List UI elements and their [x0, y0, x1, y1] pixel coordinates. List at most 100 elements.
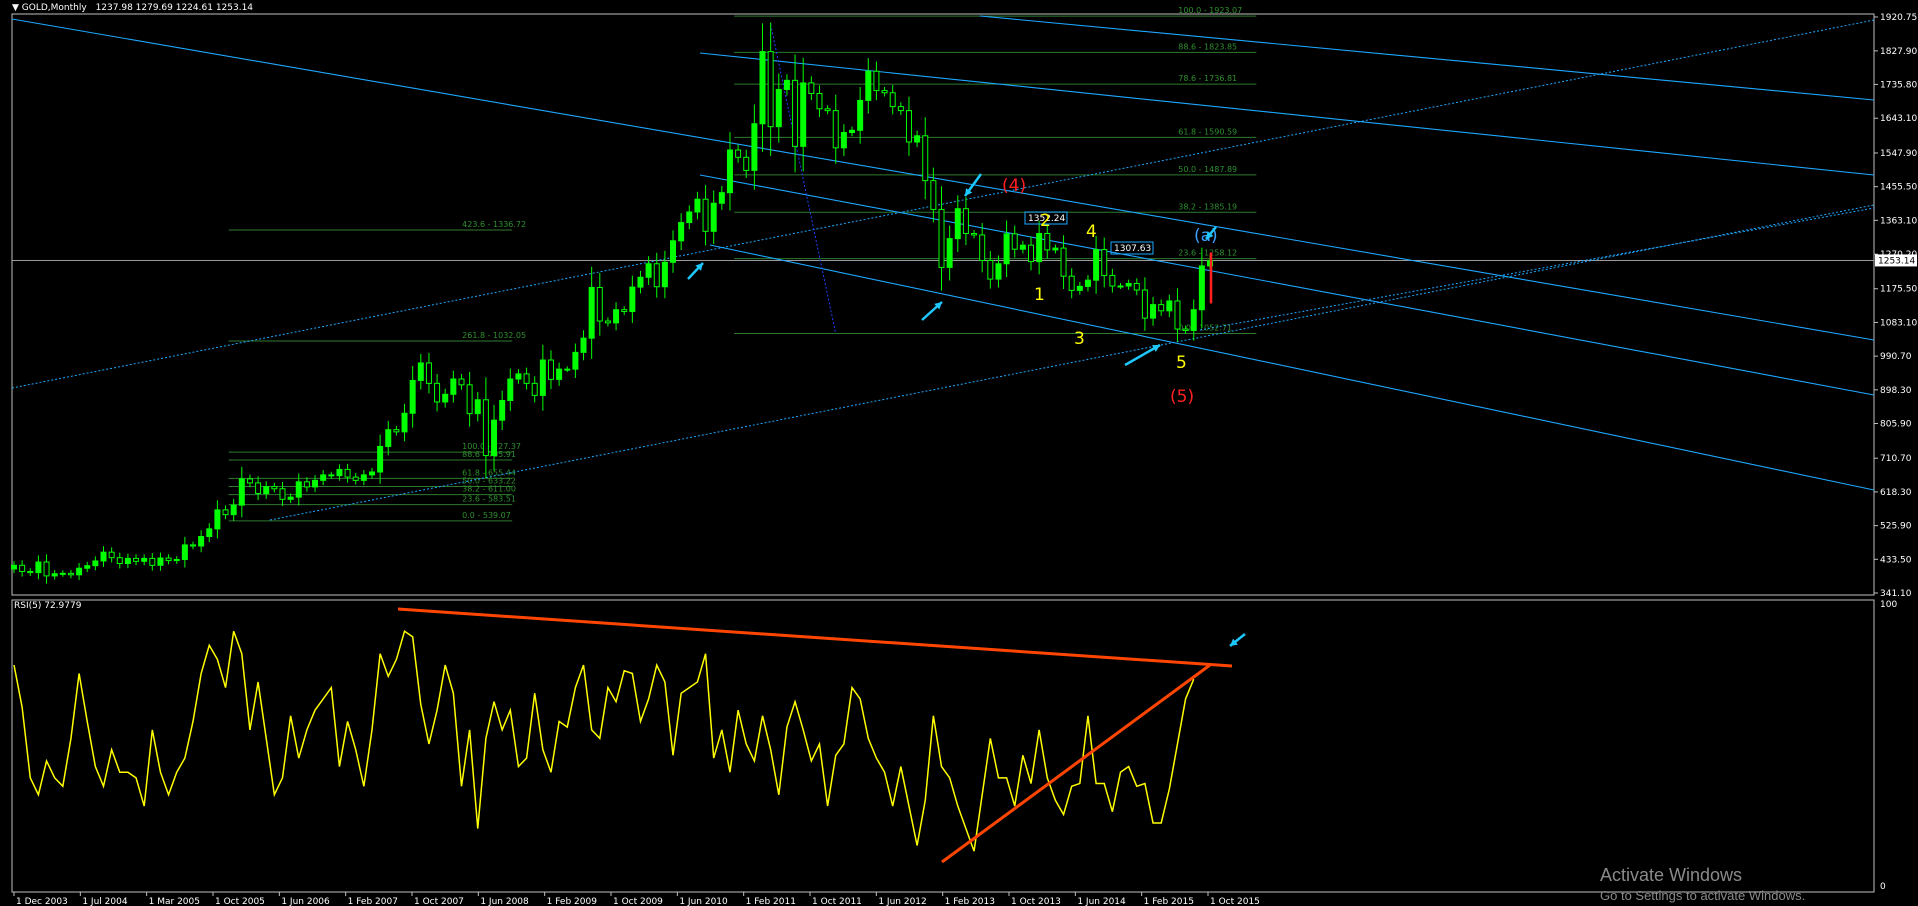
x-tick-label: 1 Mar 2005 — [149, 897, 200, 906]
bull-candle — [76, 567, 83, 576]
bear-candle — [743, 156, 750, 171]
bear-candle — [979, 234, 986, 261]
price-chart[interactable]: 1920.75 1827.90 1735.80 1643.10 1547.90 1455.… — [0, 0, 1918, 906]
bear-candle — [393, 429, 400, 433]
bull-candle — [840, 131, 847, 149]
bear-candle — [808, 82, 815, 94]
bull-candle — [238, 478, 245, 506]
bear-candle — [832, 110, 839, 149]
bear-candle — [767, 51, 774, 128]
bull-candle — [312, 479, 319, 488]
bull-candle — [100, 551, 107, 562]
bull-candle — [1198, 265, 1205, 311]
bear-candle — [1011, 233, 1018, 250]
bear-candle — [922, 135, 929, 182]
bear-candle — [604, 320, 611, 324]
bull-candle — [515, 373, 522, 380]
x-tick-label: 1 Feb 2015 — [1144, 897, 1194, 906]
bull-candle — [686, 211, 693, 224]
bull-candle — [751, 123, 758, 171]
x-tick-label: 1 Oct 2005 — [215, 897, 265, 906]
bear-candle — [971, 233, 978, 236]
x-tick-label: 1 Dec 2003 — [16, 897, 68, 906]
bull-candle — [539, 359, 546, 396]
bear-candle — [189, 544, 196, 547]
x-tick-label: 1 Jun 2012 — [878, 897, 926, 906]
bull-candle — [59, 572, 66, 575]
wave-label: 5 — [1176, 353, 1187, 373]
y-tick-label: 618.30 — [1880, 488, 1912, 498]
bull-candle — [849, 129, 856, 133]
bear-candle — [165, 557, 172, 562]
bear-candle — [425, 362, 432, 384]
bull-candle — [507, 378, 514, 402]
bull-candle — [124, 557, 131, 565]
y-tick-label: 1827.90 — [1880, 47, 1917, 57]
bear-candle — [1068, 275, 1075, 291]
x-tick-label: 1 Feb 2009 — [547, 897, 598, 906]
x-tick-label: 1 Jul 2004 — [82, 897, 127, 906]
y-tick-label: 805.90 — [1880, 420, 1912, 430]
bull-candle — [588, 286, 595, 339]
bear-candle — [133, 557, 140, 562]
bull-candle — [377, 445, 384, 473]
bear-candle — [466, 384, 473, 415]
bear-candle — [1133, 282, 1140, 291]
bull-candle — [417, 362, 424, 381]
bull-candle — [368, 471, 375, 476]
bear-candle — [1044, 233, 1051, 251]
x-tick-label: 1 Jun 2014 — [1077, 897, 1126, 906]
bear-candle — [43, 561, 50, 577]
bull-candle — [336, 468, 343, 477]
bear-candle — [702, 198, 709, 232]
bear-candle — [1141, 289, 1148, 319]
x-tick-label: 1 Jun 2006 — [281, 897, 330, 906]
bull-candle — [637, 276, 644, 288]
bull-candle — [564, 368, 571, 371]
bull-candle — [678, 222, 685, 242]
y-tick-label: 433.50 — [1880, 555, 1912, 565]
dotted-channel-line — [269, 204, 1875, 521]
channel-line — [979, 15, 1875, 101]
bear-candle — [897, 106, 904, 112]
bear-candle — [1182, 328, 1189, 331]
bull-candle — [1093, 249, 1100, 281]
bull-candle — [84, 565, 91, 569]
y-tick-label: 341.10 — [1880, 589, 1912, 599]
bull-candle — [954, 208, 961, 240]
bull-candle — [580, 337, 587, 353]
bull-candle — [385, 429, 392, 447]
bear-candle — [938, 208, 945, 268]
bear-candle — [116, 557, 123, 565]
fib-level-label: 61.8 - 1590.59 — [1178, 127, 1237, 136]
fib-level-label: 88.6 - 705.91 — [462, 450, 516, 459]
bull-candle — [450, 378, 457, 395]
bear-candle — [149, 557, 156, 566]
bull-candle — [995, 263, 1002, 280]
price-box-label: 1307.63 — [1114, 244, 1151, 254]
bull-candle — [775, 88, 782, 128]
bear-candle — [434, 382, 441, 403]
fib-level-label: 38.2 - 1385.19 — [1178, 202, 1237, 211]
y-tick-label: 1175.50 — [1880, 285, 1917, 295]
y-tick-label: 1547.90 — [1880, 149, 1917, 159]
channel-line — [11, 18, 1875, 341]
fib-level-label: 50.0 - 1487.89 — [1178, 165, 1237, 174]
bear-candle — [889, 92, 896, 108]
bear-candle — [523, 373, 530, 384]
bull-candle — [35, 561, 42, 574]
bear-candle — [271, 486, 278, 490]
fib-level-label: 0.0 - 1052.71 — [1178, 324, 1232, 333]
x-tick-label: 1 Oct 2013 — [1011, 897, 1061, 906]
rsi-pane-frame — [11, 599, 1875, 893]
activate-windows-watermark: Activate Windows Go to Settings to activ… — [1600, 865, 1805, 903]
watermark-title: Activate Windows — [1600, 865, 1743, 885]
bull-candle — [263, 486, 270, 494]
bull-candle — [51, 573, 58, 577]
bull-candle — [629, 286, 636, 313]
bull-candle — [1019, 244, 1026, 250]
bull-candle — [670, 240, 677, 263]
y-tick-label: 1363.10 — [1880, 216, 1917, 226]
bull-candle — [865, 70, 872, 101]
bull-candle — [726, 149, 733, 194]
